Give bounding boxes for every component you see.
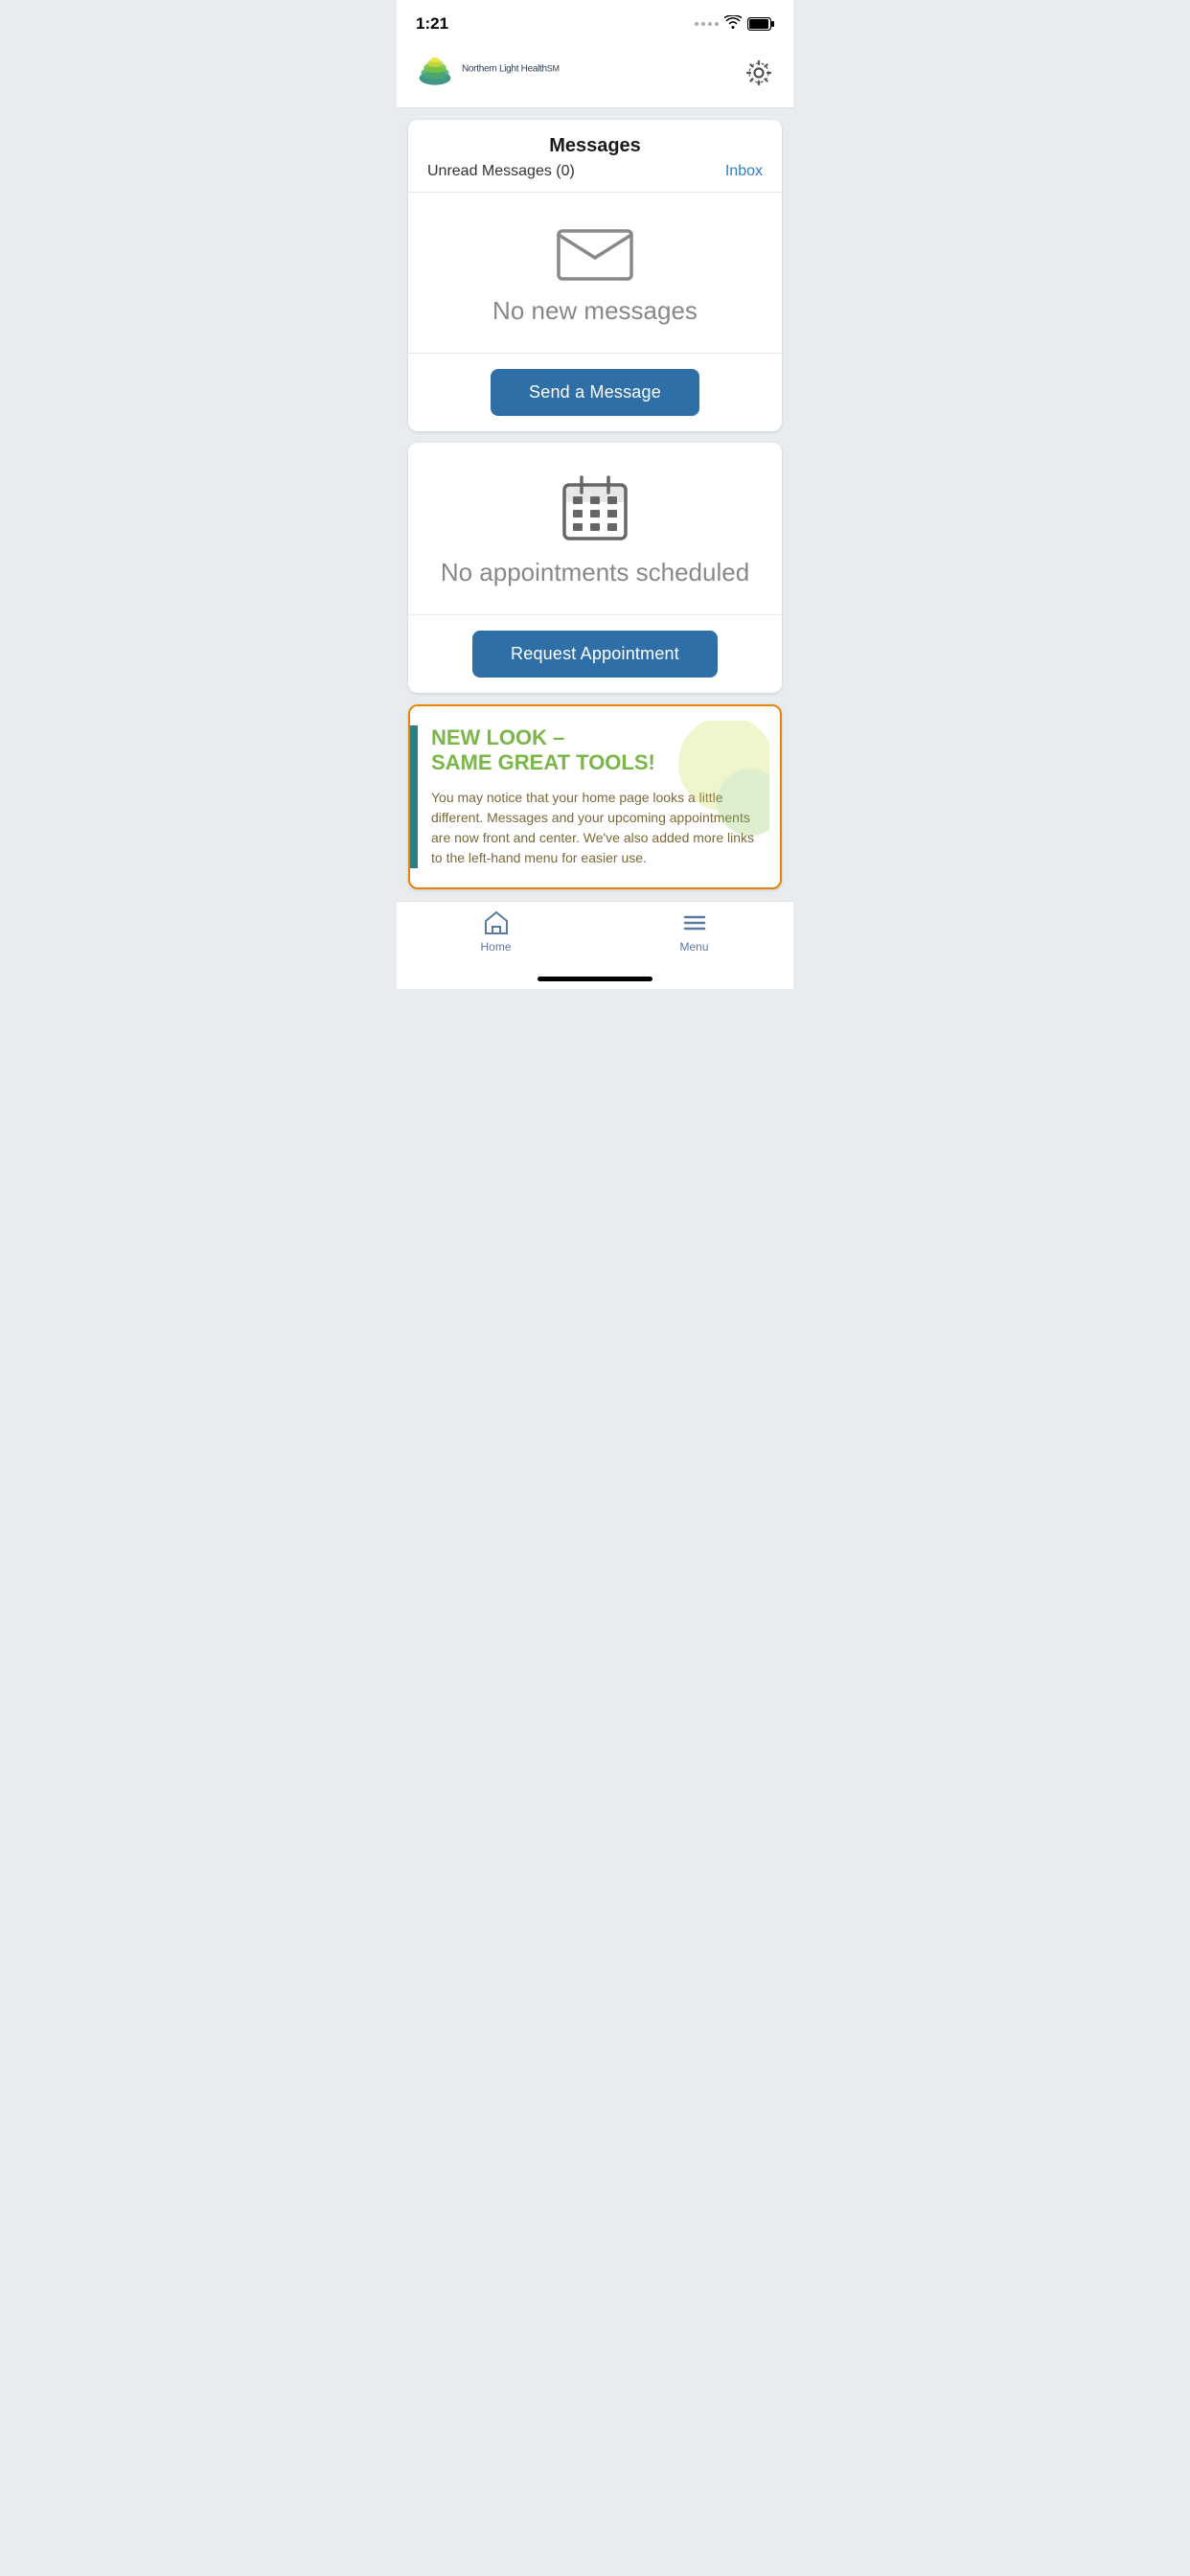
home-label: Home [480,940,511,954]
nav-home[interactable]: Home [397,909,595,954]
request-appointment-button[interactable]: Request Appointment [472,631,718,678]
appointments-empty-state: No appointments scheduled [408,443,782,615]
messages-subtitle-row: Unread Messages (0) Inbox [427,163,763,180]
logo-text: Northern Light HealthSM [462,60,560,85]
status-time: 1:21 [416,14,448,34]
main-content: Messages Unread Messages (0) Inbox No ne… [397,108,793,901]
menu-icon [681,909,708,936]
wifi-icon [724,15,742,34]
home-bar-container [397,973,793,989]
promo-card: NEW LOOK – SAME GREAT TOOLS! You may not… [408,704,782,889]
battery-icon [747,17,774,31]
menu-label: Menu [679,940,708,954]
request-appointment-action: Request Appointment [408,615,782,693]
no-appointments-text: No appointments scheduled [441,558,749,587]
logo-icon [416,54,454,92]
messages-empty-state: No new messages [408,193,782,354]
signal-dots-icon [695,22,719,26]
bottom-nav: Home Menu [397,901,793,973]
status-bar: 1:21 [397,0,793,42]
messages-title: Messages [427,135,763,157]
home-icon [483,909,510,936]
messages-header: Messages Unread Messages (0) Inbox [408,120,782,193]
home-bar [538,977,652,981]
header: Northern Light HealthSM [397,42,793,108]
envelope-icon [557,223,633,281]
nav-menu[interactable]: Menu [595,909,793,954]
inbox-link[interactable]: Inbox [725,163,763,180]
no-messages-text: No new messages [492,296,698,326]
appointments-card: No appointments scheduled Request Appoin… [408,443,782,693]
messages-card: Messages Unread Messages (0) Inbox No ne… [408,120,782,431]
send-message-action: Send a Message [408,354,782,431]
promo-inner: NEW LOOK – SAME GREAT TOOLS! You may not… [410,706,780,887]
promo-content: NEW LOOK – SAME GREAT TOOLS! You may not… [431,725,765,868]
settings-button[interactable] [744,58,774,88]
logo-container: Northern Light HealthSM [416,54,560,92]
promo-accent-bar [410,725,418,868]
calendar-icon [561,473,629,542]
promo-decoration [645,721,769,845]
send-message-button[interactable]: Send a Message [491,369,699,416]
status-icons [695,15,774,34]
unread-label: Unread Messages (0) [427,163,575,180]
